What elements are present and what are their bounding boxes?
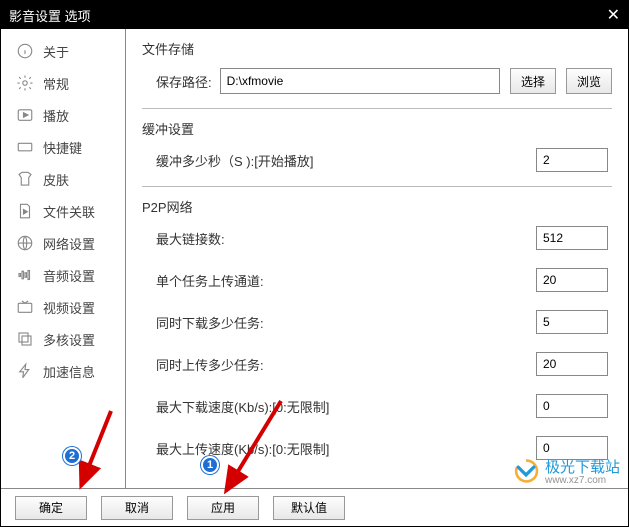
divider — [142, 108, 612, 109]
row-dltasks: 同时下载多少任务: — [142, 310, 612, 334]
keyboard-icon — [15, 137, 35, 157]
sidebar-item-general[interactable]: 常规 — [1, 67, 125, 99]
annotation-arrow — [221, 396, 291, 501]
input-maxconn[interactable] — [536, 226, 608, 250]
watermark: 极光下载站 www.xz7.com — [513, 456, 620, 486]
label: 同时上传多少任务: — [156, 355, 264, 374]
browse-button[interactable]: 浏览 — [566, 68, 612, 94]
row-ultasks: 同时上传多少任务: — [142, 352, 612, 376]
sidebar-item-label: 网络设置 — [43, 234, 95, 253]
file-icon — [15, 201, 35, 221]
main-panel: 文件存储 保存路径: 选择 浏览 缓冲设置 缓冲多少秒（S ):[开始播放] P — [126, 29, 628, 488]
sidebar-item-label: 快捷键 — [43, 138, 82, 157]
sidebar-item-playback[interactable]: 播放 — [1, 99, 125, 131]
label: 最大链接数: — [156, 229, 225, 248]
play-icon — [15, 105, 35, 125]
shirt-icon — [15, 169, 35, 189]
label: 单个任务上传通道: — [156, 271, 264, 290]
input-buffer[interactable] — [536, 148, 608, 172]
titlebar: 影音设置 选项 ✕ — [1, 1, 628, 29]
sidebar-item-network[interactable]: 网络设置 — [1, 227, 125, 259]
input-uploadchan[interactable] — [536, 268, 608, 292]
label: 同时下载多少任务: — [156, 313, 264, 332]
label-buffer: 缓冲多少秒（S ):[开始播放] — [156, 151, 313, 170]
bolt-icon — [15, 361, 35, 381]
sidebar-item-label: 音频设置 — [43, 266, 95, 285]
row-uploadchan: 单个任务上传通道: — [142, 268, 612, 292]
annotation-marker-1: 1 — [201, 456, 219, 474]
watermark-logo-icon — [513, 458, 539, 484]
input-dltasks[interactable] — [536, 310, 608, 334]
input-ultasks[interactable] — [536, 352, 608, 376]
sidebar-item-label: 视频设置 — [43, 298, 95, 317]
sidebar-item-label: 常规 — [43, 74, 69, 93]
sidebar-item-label: 加速信息 — [43, 362, 95, 381]
settings-window: 影音设置 选项 ✕ 关于 常规 播放 快捷键 皮肤 — [0, 0, 629, 527]
row-maxdl: 最大下载速度(Kb/s):[0:无限制] — [142, 394, 612, 418]
row-savepath: 保存路径: 选择 浏览 — [142, 68, 612, 94]
row-maxconn: 最大链接数: — [142, 226, 612, 250]
annotation-arrow — [76, 401, 126, 501]
tv-icon — [15, 297, 35, 317]
audio-icon — [15, 265, 35, 285]
sidebar-item-fileassoc[interactable]: 文件关联 — [1, 195, 125, 227]
sidebar-item-label: 多核设置 — [43, 330, 95, 349]
sidebar-item-label: 播放 — [43, 106, 69, 125]
close-icon[interactable]: ✕ — [607, 5, 620, 25]
gear-icon — [15, 73, 35, 93]
info-icon — [15, 41, 35, 61]
section-storage: 文件存储 保存路径: 选择 浏览 — [142, 39, 612, 94]
input-maxdl[interactable] — [536, 394, 608, 418]
annotation-marker-2: 2 — [63, 447, 81, 465]
divider — [142, 186, 612, 187]
section-buffer: 缓冲设置 缓冲多少秒（S ):[开始播放] — [142, 119, 612, 172]
sidebar-item-skin[interactable]: 皮肤 — [1, 163, 125, 195]
globe-icon — [15, 233, 35, 253]
sidebar-item-label: 皮肤 — [43, 170, 69, 189]
row-buffer: 缓冲多少秒（S ):[开始播放] — [142, 148, 612, 172]
stack-icon — [15, 329, 35, 349]
watermark-text: 极光下载站 — [545, 459, 620, 476]
window-title: 影音设置 选项 — [9, 6, 91, 25]
sidebar-item-audio[interactable]: 音频设置 — [1, 259, 125, 291]
select-button[interactable]: 选择 — [510, 68, 556, 94]
sidebar-item-hotkey[interactable]: 快捷键 — [1, 131, 125, 163]
section-title: P2P网络 — [142, 197, 612, 216]
sidebar-item-about[interactable]: 关于 — [1, 35, 125, 67]
section-title: 文件存储 — [142, 39, 612, 58]
watermark-url: www.xz7.com — [545, 475, 620, 486]
sidebar-item-multicore[interactable]: 多核设置 — [1, 323, 125, 355]
input-savepath[interactable] — [220, 68, 500, 94]
label-savepath: 保存路径: — [156, 72, 212, 91]
section-title: 缓冲设置 — [142, 119, 612, 138]
section-p2p: P2P网络 最大链接数: 单个任务上传通道: 同时下载多少任务: 同时上 — [142, 197, 612, 460]
sidebar-item-label: 关于 — [43, 42, 69, 61]
sidebar-item-video[interactable]: 视频设置 — [1, 291, 125, 323]
sidebar-item-accel[interactable]: 加速信息 — [1, 355, 125, 387]
sidebar-item-label: 文件关联 — [43, 202, 95, 221]
